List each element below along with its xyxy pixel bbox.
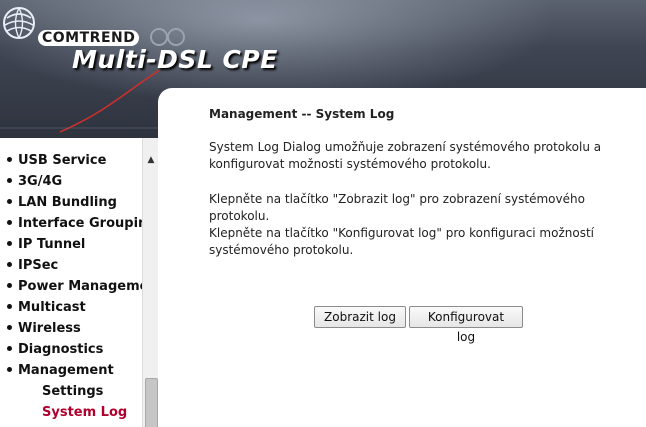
bullet-icon xyxy=(0,297,18,318)
sidebar-item-ip-tunnel[interactable]: IP Tunnel xyxy=(0,234,142,255)
sidebar-item-ipsec[interactable]: IPSec xyxy=(0,255,142,276)
description-text: System Log Dialog umožňuje zobrazení sys… xyxy=(209,140,602,171)
sidebar-item-diagnostics[interactable]: Diagnostics xyxy=(0,339,142,360)
scrollbar-thumb[interactable] xyxy=(145,378,158,427)
sidebar-item-label: 3G/4G xyxy=(18,174,63,189)
sidebar-item-label: IPSec xyxy=(18,258,59,273)
sidebar-scrollbar[interactable]: ▲ xyxy=(142,138,158,427)
ring-icon xyxy=(167,28,185,46)
configure-log-instruction: Klepněte na tlačítko "Konfigurovat log" … xyxy=(209,226,595,257)
sidebar-item-label: LAN Bundling xyxy=(18,195,117,210)
sidebar-item-label: Power Management xyxy=(18,279,142,294)
nav-list: USB Service 3G/4G LAN Bundling Interface Gr… xyxy=(0,150,142,423)
sidebar-item-label: IP Tunnel xyxy=(18,237,86,252)
bullet-icon xyxy=(0,318,18,339)
sidebar-item-label: Wireless xyxy=(18,321,81,336)
show-log-button[interactable]: Zobrazit log xyxy=(314,306,406,328)
page-title: Management -- System Log xyxy=(209,107,395,121)
globe-logo-icon xyxy=(3,7,35,39)
sidebar-item-management[interactable]: Management xyxy=(0,360,142,381)
bullet-icon xyxy=(0,276,18,297)
sidebar-item-label: System Log xyxy=(42,405,128,420)
bullet-icon xyxy=(0,360,18,381)
sidebar-item-wireless[interactable]: Wireless xyxy=(0,318,142,339)
bullet-icon xyxy=(0,213,18,234)
scroll-up-arrow-icon[interactable]: ▲ xyxy=(143,152,158,168)
ring-icon xyxy=(150,28,168,46)
configure-log-button[interactable]: Konfigurovat log xyxy=(409,306,523,344)
sidebar-item-label: Diagnostics xyxy=(18,342,104,357)
sidebar-item-label: Management xyxy=(18,363,114,378)
sidebar-item-3g-4g[interactable]: 3G/4G xyxy=(0,171,142,192)
sidebar-item-label: USB Service xyxy=(18,153,107,168)
sidebar-item-label: Multicast xyxy=(18,300,86,315)
bullet-icon xyxy=(0,150,18,171)
sidebar-item-power-management[interactable]: Power Management xyxy=(0,276,142,297)
sidebar-item-system-log[interactable]: System Log xyxy=(0,402,142,423)
product-title: Multi-DSL CPE xyxy=(72,45,278,74)
show-log-instruction: Klepněte na tlačítko "Zobrazit log" pro … xyxy=(209,192,585,223)
sidebar-item-interface-grouping[interactable]: Interface Grouping xyxy=(0,213,142,234)
sidebar-item-settings[interactable]: Settings xyxy=(0,381,142,402)
bullet-icon xyxy=(0,234,18,255)
main-panel: Management -- System Log System Log Dial… xyxy=(158,88,646,427)
sidebar: USB Service 3G/4G LAN Bundling Interface Gr… xyxy=(0,138,158,427)
sidebar-item-usb-service[interactable]: USB Service xyxy=(0,150,142,171)
sidebar-item-label: Interface Grouping xyxy=(18,216,142,231)
bullet-icon xyxy=(0,339,18,360)
sidebar-item-label: Settings xyxy=(42,384,104,399)
bullet-icon xyxy=(0,255,18,276)
brand-logo: COMTREND xyxy=(38,30,140,46)
sidebar-item-lan-bundling[interactable]: LAN Bundling xyxy=(0,192,142,213)
sidebar-item-multicast[interactable]: Multicast xyxy=(0,297,142,318)
bullet-icon xyxy=(0,171,18,192)
bullet-icon xyxy=(0,192,18,213)
